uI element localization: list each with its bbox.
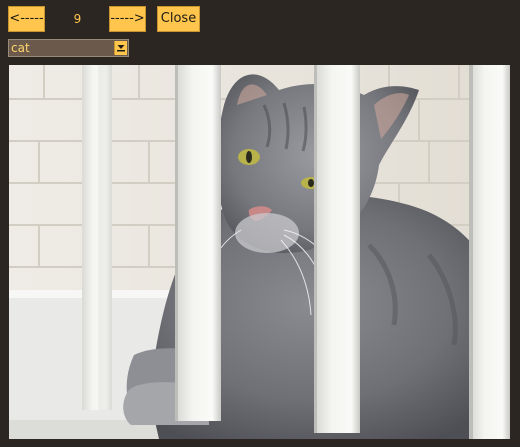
toolbar: <----- 9 -----> Close	[8, 6, 512, 32]
next-button[interactable]: ----->	[109, 6, 146, 32]
category-select[interactable]: cat	[8, 39, 129, 57]
cat-photo	[9, 65, 510, 439]
category-select-value: cat	[10, 41, 31, 55]
previous-button[interactable]: <-----	[8, 6, 45, 32]
image-index: 9	[73, 12, 82, 26]
close-button[interactable]: Close	[157, 6, 200, 32]
chevron-down-icon[interactable]	[114, 41, 127, 55]
